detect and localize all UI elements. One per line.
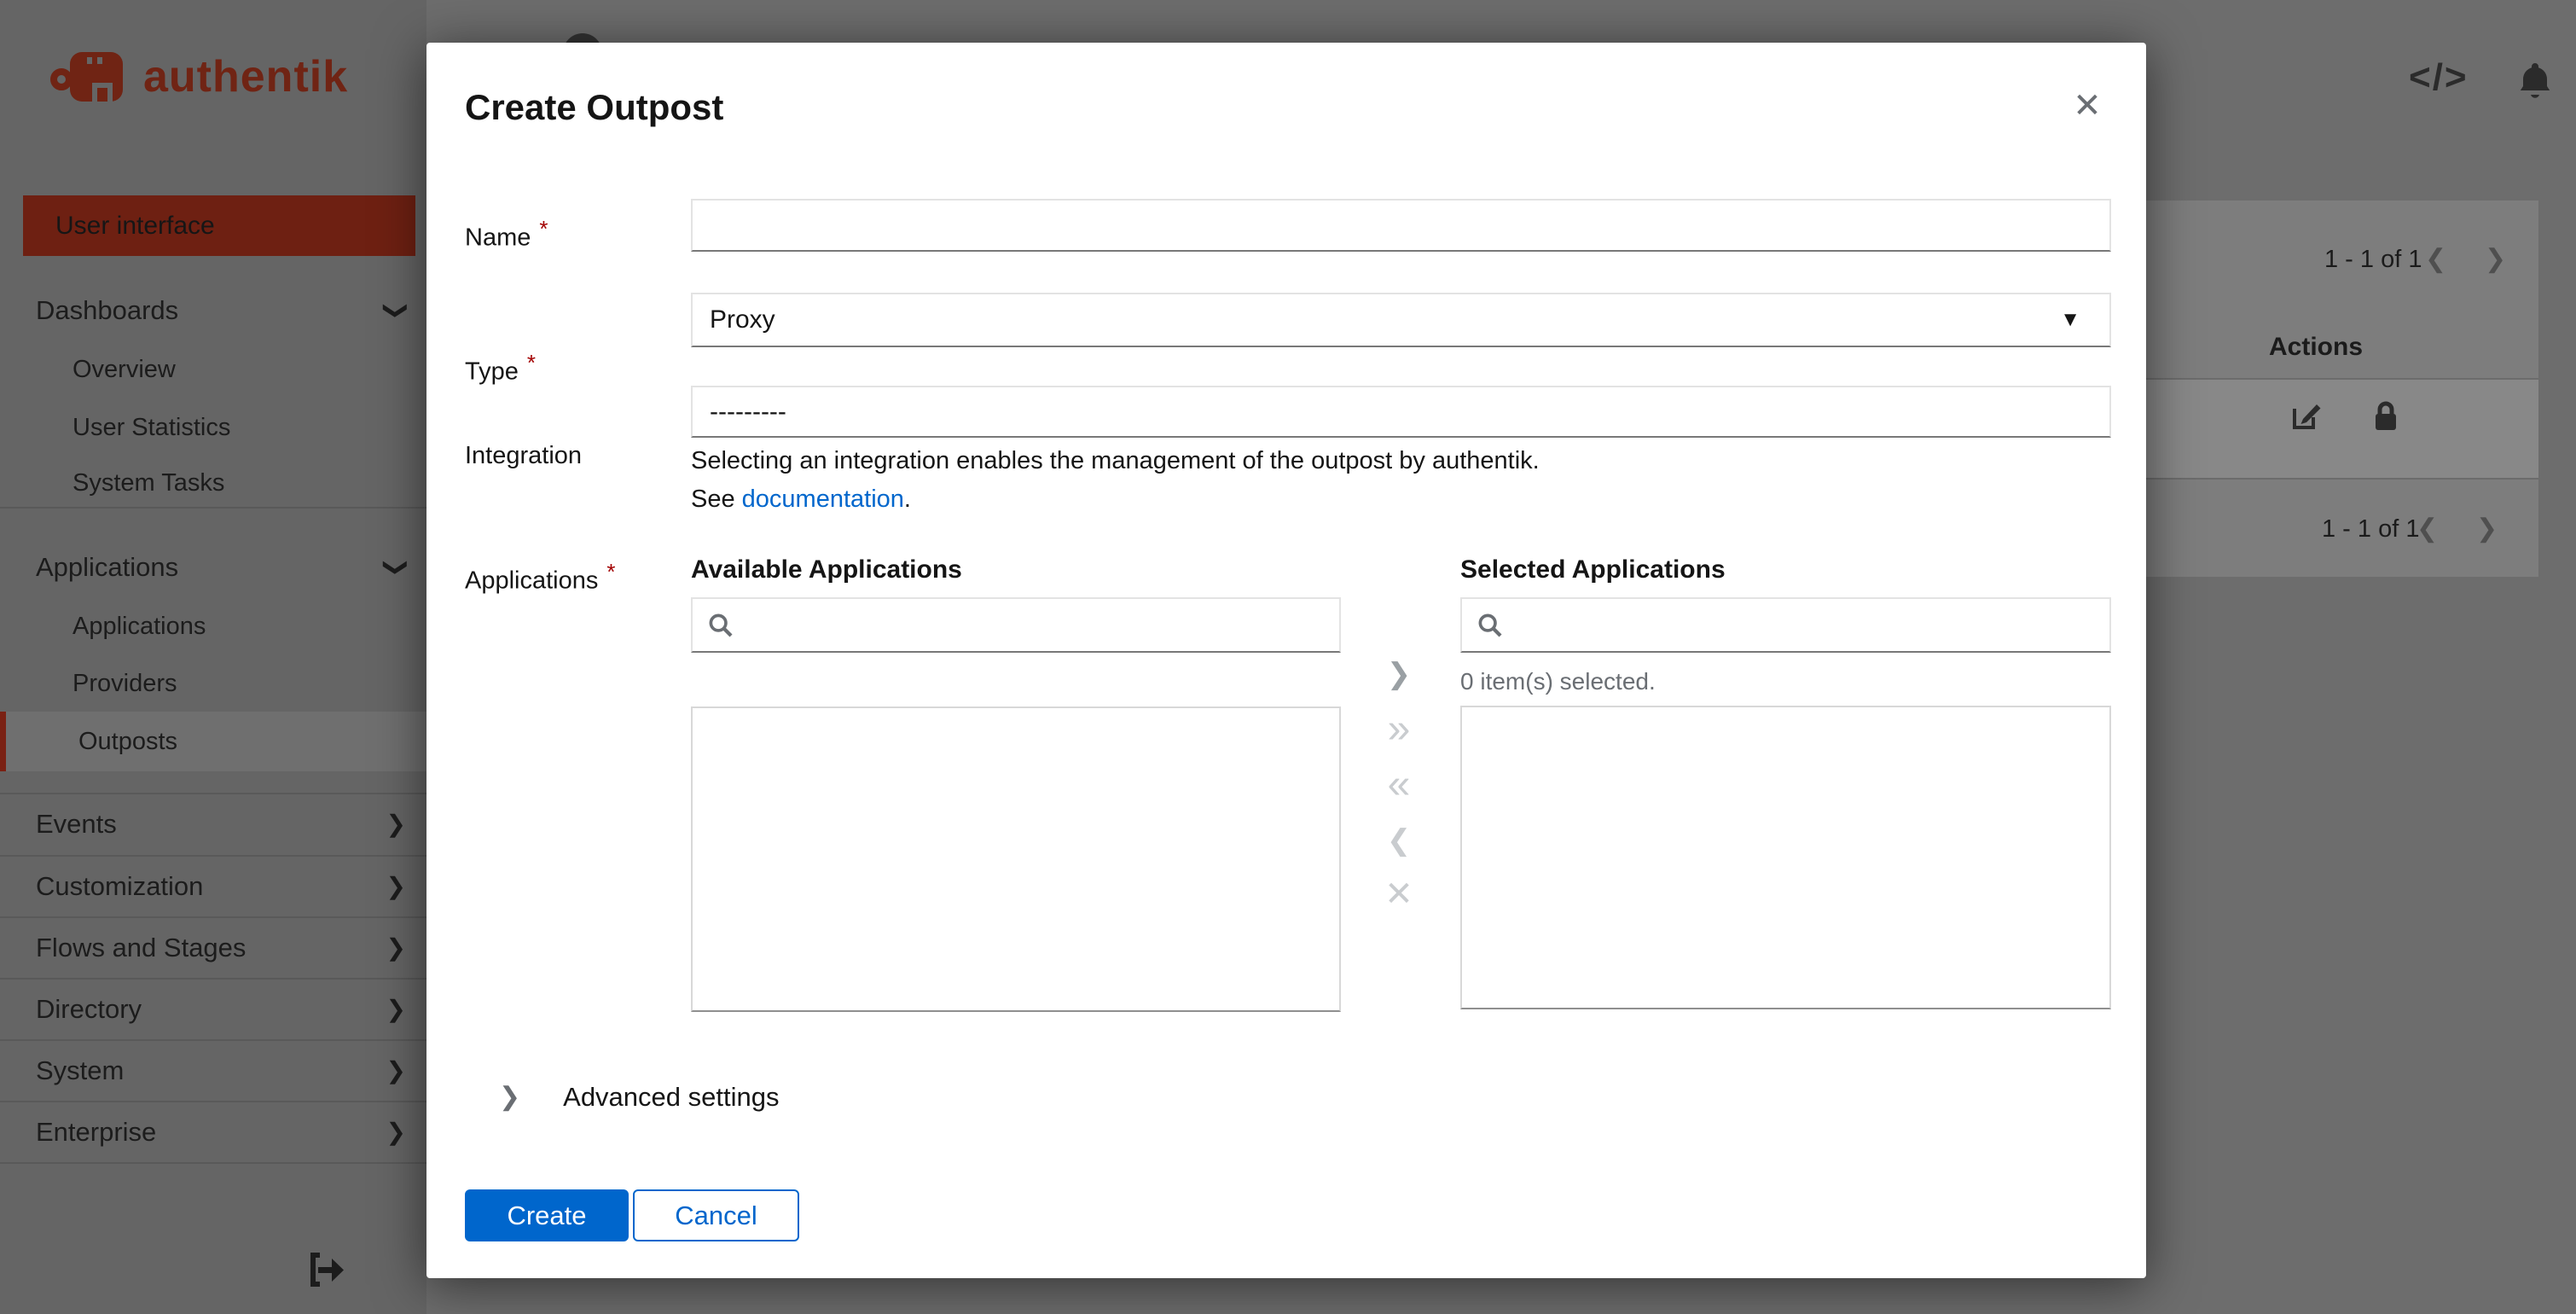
required-asterisk: * [606,559,616,584]
clear-icon[interactable]: ✕ [1361,869,1437,919]
selected-applications-list[interactable] [1460,706,2111,1009]
chevron-right-icon: ❯ [386,811,406,837]
selected-applications-title: Selected Applications [1460,555,1726,584]
sidebar-divider [0,507,426,509]
advanced-settings-label: Advanced settings [563,1082,780,1112]
sidebar-item-overview[interactable]: Overview [0,340,426,399]
name-field-label: Name * [465,216,548,252]
caret-down-icon: ▼ [2060,308,2080,331]
integration-select-value: --------- [710,397,786,426]
sidebar-group-flows-and-stages[interactable]: Flows and Stages ❯ [0,918,426,978]
pagination-next-icon[interactable]: ❯ [2476,516,2498,542]
sidebar-group-applications[interactable]: Applications ❯ [0,538,426,597]
actions-column-header: Actions [2269,333,2364,361]
notifications-bell-icon[interactable] [2515,60,2556,102]
add-all-icon[interactable]: » [1361,705,1437,754]
sidebar-group-dashboards[interactable]: Dashboards ❯ [0,281,426,340]
available-applications-title: Available Applications [691,555,962,584]
authentik-logo-icon [50,52,123,102]
selected-search[interactable] [1460,597,2111,653]
modal-title: Create Outpost [465,87,724,127]
pagination-range: 1 - 1 of 1 [2322,515,2420,543]
sidebar-divider [0,1162,426,1164]
close-icon[interactable]: ✕ [2057,82,2117,130]
available-search[interactable] [691,597,1341,653]
applications-field-label: Applications * [465,559,616,595]
chevron-right-icon: ❯ [386,996,406,1022]
chevron-right-icon: ❯ [386,1119,406,1145]
cancel-button[interactable]: Cancel [633,1189,799,1241]
pagination-prev-icon[interactable]: ❮ [2416,516,2438,542]
integration-select[interactable]: --------- [691,386,2111,438]
available-search-input[interactable] [746,601,1339,649]
lock-icon[interactable] [2370,399,2402,433]
sidebar-group-events[interactable]: Events ❯ [0,794,426,854]
remove-all-icon[interactable]: « [1361,760,1437,810]
pagination-range: 1 - 1 of 1 [2324,246,2422,273]
sidebar-item-user-interface[interactable]: User interface [23,195,415,256]
sidebar-item-providers[interactable]: Providers [0,654,426,713]
chevron-right-icon: ❯ [499,1083,521,1111]
sidebar-item-user-statistics[interactable]: User Statistics [0,398,426,457]
sidebar-group-enterprise[interactable]: Enterprise ❯ [0,1102,426,1162]
type-select[interactable]: Proxy ▼ [691,293,2111,347]
name-input[interactable] [691,199,2111,252]
selected-search-input[interactable] [1515,601,2109,649]
advanced-settings-toggle[interactable]: ❯ Advanced settings [499,1082,779,1113]
chevron-right-icon: ❯ [386,873,406,899]
sidebar: authentik User interface Dashboards ❯ Ov… [0,0,426,1314]
available-applications-list[interactable] [691,706,1341,1012]
pagination-next-icon[interactable]: ❯ [2485,247,2506,272]
required-asterisk: * [526,350,536,375]
documentation-link[interactable]: documentation [742,485,904,513]
sidebar-group-customization[interactable]: Customization ❯ [0,857,426,916]
chevron-down-icon: ❯ [383,557,410,578]
edit-icon[interactable] [2288,398,2324,434]
sidebar-item-outposts[interactable]: Outposts [0,712,426,771]
create-outpost-modal: Create Outpost ✕ Name * Type * Proxy ▼ Int… [426,43,2146,1278]
remove-selected-icon[interactable]: ❮ [1361,816,1437,865]
logo-text: authentik [143,52,349,102]
required-asterisk: * [539,216,548,241]
integration-help-text: Selecting an integration enables the man… [691,447,1540,474]
create-button[interactable]: Create [465,1189,629,1241]
selected-count-text: 0 item(s) selected. [1460,668,1656,695]
sidebar-item-system-tasks[interactable]: System Tasks [0,453,426,513]
authentik-logo: authentik [49,41,348,113]
add-selected-icon[interactable]: ❯ [1361,649,1437,699]
sign-out-icon[interactable] [300,1244,351,1295]
user-interface-label: User interface [55,211,215,240]
integration-field-label: Integration [465,442,583,469]
chevron-down-icon: ❯ [383,300,410,321]
pagination-prev-icon[interactable]: ❮ [2425,247,2446,272]
api-code-icon[interactable]: </> [2409,56,2469,99]
chevron-right-icon: ❯ [386,1057,406,1084]
type-field-label: Type * [465,350,536,386]
sidebar-group-system[interactable]: System ❯ [0,1041,426,1101]
search-icon [709,613,733,637]
integration-help-see: See documentation. [691,485,911,513]
chevron-right-icon: ❯ [386,934,406,961]
search-icon [1478,613,1502,637]
sidebar-group-directory[interactable]: Directory ❯ [0,980,426,1039]
type-select-value: Proxy [710,305,775,334]
sidebar-item-applications[interactable]: Applications [0,596,426,656]
